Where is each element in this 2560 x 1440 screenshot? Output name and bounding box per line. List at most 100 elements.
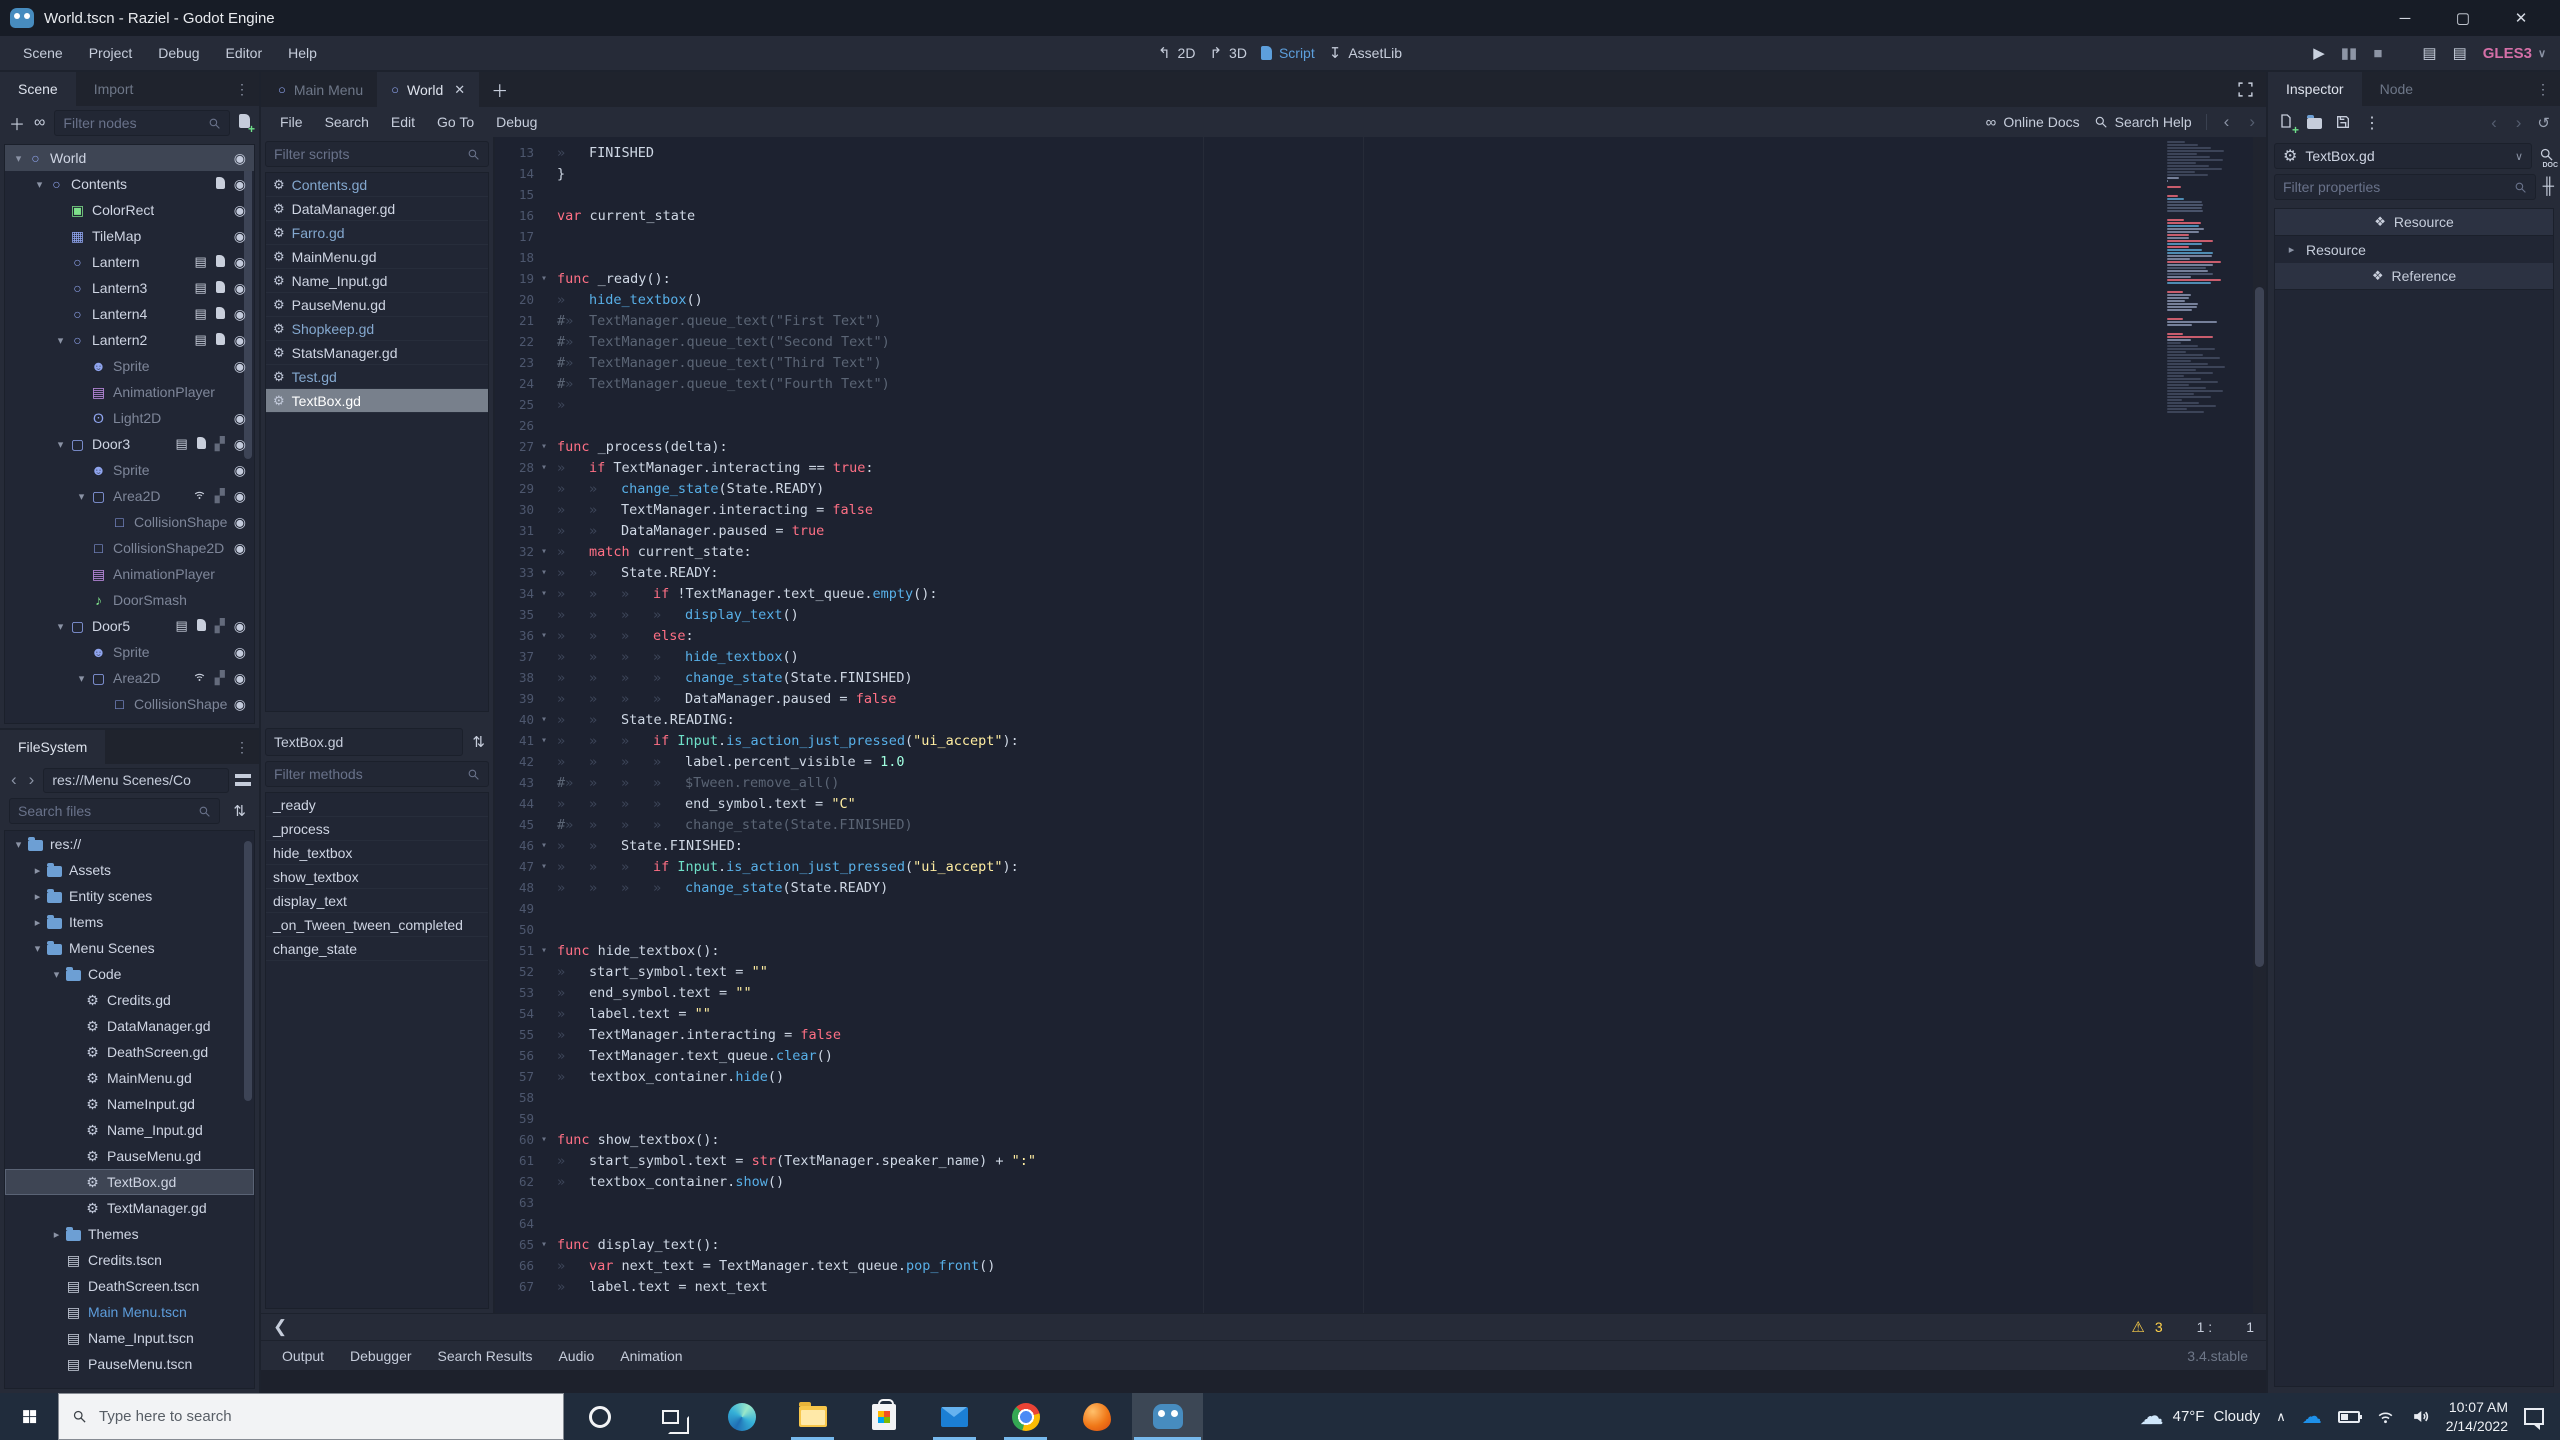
file-main-menu.tscn[interactable]: ▤Main Menu.tscn bbox=[5, 1299, 254, 1325]
visibility-eye-icon[interactable]: ◉ bbox=[234, 228, 246, 245]
code-editor[interactable]: 13»FINISHED14}1516var current_state17181… bbox=[495, 137, 2266, 1313]
menu-debug[interactable]: Debug bbox=[145, 45, 212, 61]
file-menu-scenes[interactable]: ▾Menu Scenes bbox=[5, 935, 254, 961]
inspector-forward[interactable]: › bbox=[2513, 113, 2525, 133]
open-docs-icon[interactable]: DOC bbox=[2539, 147, 2554, 165]
menu-editor[interactable]: Editor bbox=[213, 45, 276, 61]
visibility-eye-icon[interactable]: ◉ bbox=[234, 488, 246, 505]
menu-project[interactable]: Project bbox=[76, 45, 146, 61]
scene-node-collisionshape2d[interactable]: □CollisionShape2D◉ bbox=[5, 535, 254, 561]
code-line-29[interactable]: 29»»change_state(State.READY) bbox=[495, 478, 2156, 499]
script-item-test.gd[interactable]: ⚙Test.gd bbox=[266, 365, 488, 389]
visibility-eye-icon[interactable]: ◉ bbox=[234, 280, 246, 297]
code-line-67[interactable]: 67»label.text = next_text bbox=[495, 1276, 2156, 1297]
tray-overflow-icon[interactable]: ∧ bbox=[2276, 1409, 2286, 1425]
file-credits.tscn[interactable]: ▤Credits.tscn bbox=[5, 1247, 254, 1273]
action-center-icon[interactable] bbox=[2524, 1408, 2544, 1425]
warnings-indicator[interactable]: ⚠3 bbox=[2131, 1318, 2162, 1336]
code-line-50[interactable]: 50 bbox=[495, 919, 2156, 940]
tab-node[interactable]: Node bbox=[2362, 72, 2431, 106]
code-line-60[interactable]: 60▾func show_textbox(): bbox=[495, 1129, 2156, 1150]
code-line-16[interactable]: 16var current_state bbox=[495, 205, 2156, 226]
new-resource-button[interactable] bbox=[2278, 113, 2294, 134]
tab-filesystem[interactable]: FileSystem bbox=[0, 730, 105, 764]
visibility-eye-icon[interactable]: ◉ bbox=[234, 254, 246, 271]
script-menu-edit[interactable]: Edit bbox=[380, 114, 426, 130]
script-item-name_input.gd[interactable]: ⚙Name_Input.gd bbox=[266, 269, 488, 293]
editor-scrollbar-thumb[interactable] bbox=[2255, 287, 2264, 967]
visibility-eye-icon[interactable]: ◉ bbox=[234, 514, 246, 531]
new-scene-tab-button[interactable]: ＋ bbox=[479, 72, 520, 107]
play-button[interactable]: ▶ bbox=[2313, 44, 2325, 62]
expander-icon[interactable]: ▾ bbox=[53, 438, 68, 451]
scene-node-lantern[interactable]: ○Lantern▤◉ bbox=[5, 249, 254, 275]
onedrive-icon[interactable]: ☁ bbox=[2302, 1404, 2322, 1429]
taskbar-app-godot[interactable] bbox=[1132, 1393, 1203, 1440]
code-line-34[interactable]: 34▾»»»if !TextManager.text_queue.empty()… bbox=[495, 583, 2156, 604]
battery-icon[interactable] bbox=[2338, 1411, 2360, 1423]
code-line-33[interactable]: 33▾»»State.READY: bbox=[495, 562, 2156, 583]
code-line-62[interactable]: 62»textbox_container.show() bbox=[495, 1171, 2156, 1192]
script-badge-icon[interactable] bbox=[216, 177, 225, 192]
code-line-31[interactable]: 31»»DataManager.paused = true bbox=[495, 520, 2156, 541]
start-button[interactable] bbox=[0, 1393, 58, 1440]
taskbar-app-cortana[interactable] bbox=[564, 1393, 635, 1440]
maximize-button[interactable]: ▢ bbox=[2434, 3, 2492, 33]
script-badge-icon[interactable] bbox=[197, 437, 206, 452]
taskbar-app-mail[interactable] bbox=[919, 1393, 990, 1440]
taskbar-search-input[interactable]: Type here to search bbox=[58, 1393, 564, 1440]
bottom-tab-animation[interactable]: Animation bbox=[607, 1348, 695, 1364]
taskbar-app-fl-studio[interactable] bbox=[1061, 1393, 1132, 1440]
code-line-52[interactable]: 52»start_symbol.text = "" bbox=[495, 961, 2156, 982]
code-line-64[interactable]: 64 bbox=[495, 1213, 2156, 1234]
code-line-43[interactable]: 43#»»»»$Tween.remove_all() bbox=[495, 772, 2156, 793]
expander-icon[interactable]: ▸ bbox=[30, 916, 45, 929]
visibility-eye-icon[interactable]: ◉ bbox=[234, 150, 246, 167]
code-line-30[interactable]: 30»»TextManager.interacting = false bbox=[495, 499, 2156, 520]
code-line-36[interactable]: 36▾»»»else: bbox=[495, 625, 2156, 646]
code-line-45[interactable]: 45#»»»»change_state(State.FINISHED) bbox=[495, 814, 2156, 835]
file-pausemenu.tscn[interactable]: ▤PauseMenu.tscn bbox=[5, 1351, 254, 1377]
play-custom-scene-button[interactable]: ▤ bbox=[2453, 44, 2467, 62]
inspector-tools-icon[interactable]: ╫ bbox=[2543, 178, 2554, 196]
code-line-21[interactable]: 21#»TextManager.queue_text("First Text") bbox=[495, 310, 2156, 331]
visibility-eye-icon[interactable]: ◉ bbox=[234, 540, 246, 557]
script-menu-debug[interactable]: Debug bbox=[485, 114, 548, 130]
script-badge-icon[interactable] bbox=[216, 333, 225, 348]
pause-button[interactable]: ▮▮ bbox=[2341, 44, 2358, 62]
edited-resource-select[interactable]: ⚙ TextBox.gd ∨ bbox=[2274, 143, 2532, 169]
method-item-change_state[interactable]: change_state bbox=[266, 937, 488, 961]
expander-icon[interactable]: ▸ bbox=[49, 1228, 64, 1241]
visibility-eye-icon[interactable]: ◉ bbox=[234, 176, 246, 193]
scene-tab-world[interactable]: ○World✕ bbox=[377, 72, 479, 107]
bottom-tab-audio[interactable]: Audio bbox=[545, 1348, 607, 1364]
script-item-farro.gd[interactable]: ⚙Farro.gd bbox=[266, 221, 488, 245]
script-item-shopkeep.gd[interactable]: ⚙Shopkeep.gd bbox=[266, 317, 488, 341]
script-menu-file[interactable]: File bbox=[269, 114, 314, 130]
wifi-icon[interactable] bbox=[2376, 1407, 2395, 1426]
inspector-back[interactable]: ‹ bbox=[2488, 113, 2500, 133]
expander-icon[interactable]: ▸ bbox=[30, 864, 45, 877]
taskbar-app-file-explorer[interactable] bbox=[777, 1393, 848, 1440]
file-mainmenu.gd[interactable]: ⚙MainMenu.gd bbox=[5, 1065, 254, 1091]
method-item-_process[interactable]: _process bbox=[266, 817, 488, 841]
code-line-22[interactable]: 22#»TextManager.queue_text("Second Text"… bbox=[495, 331, 2156, 352]
filter-scripts-input[interactable]: Filter scripts bbox=[265, 141, 489, 167]
file-deathscreen.gd[interactable]: ⚙DeathScreen.gd bbox=[5, 1039, 254, 1065]
property-group-resource[interactable]: ▸Resource bbox=[2275, 236, 2553, 263]
visibility-eye-icon[interactable]: ◉ bbox=[234, 332, 246, 349]
scene-node-lantern3[interactable]: ○Lantern3▤◉ bbox=[5, 275, 254, 301]
code-line-27[interactable]: 27▾func _process(delta): bbox=[495, 436, 2156, 457]
tab-scene[interactable]: Scene bbox=[0, 72, 76, 106]
expander-icon[interactable]: ▾ bbox=[74, 490, 89, 503]
scene-node-collisionshape[interactable]: □CollisionShape◉ bbox=[5, 691, 254, 717]
bottom-tab-debugger[interactable]: Debugger bbox=[337, 1348, 425, 1364]
file-res-[interactable]: ▾res:// bbox=[5, 831, 254, 857]
code-line-55[interactable]: 55»TextManager.interacting = false bbox=[495, 1024, 2156, 1045]
taskbar-app-task-view[interactable] bbox=[635, 1393, 706, 1440]
visibility-eye-icon[interactable]: ◉ bbox=[234, 696, 246, 713]
expander-icon[interactable]: ▾ bbox=[53, 620, 68, 633]
stop-button[interactable]: ■ bbox=[2373, 45, 2382, 62]
code-line-57[interactable]: 57»textbox_container.hide() bbox=[495, 1066, 2156, 1087]
visibility-eye-icon[interactable]: ◉ bbox=[234, 618, 246, 635]
